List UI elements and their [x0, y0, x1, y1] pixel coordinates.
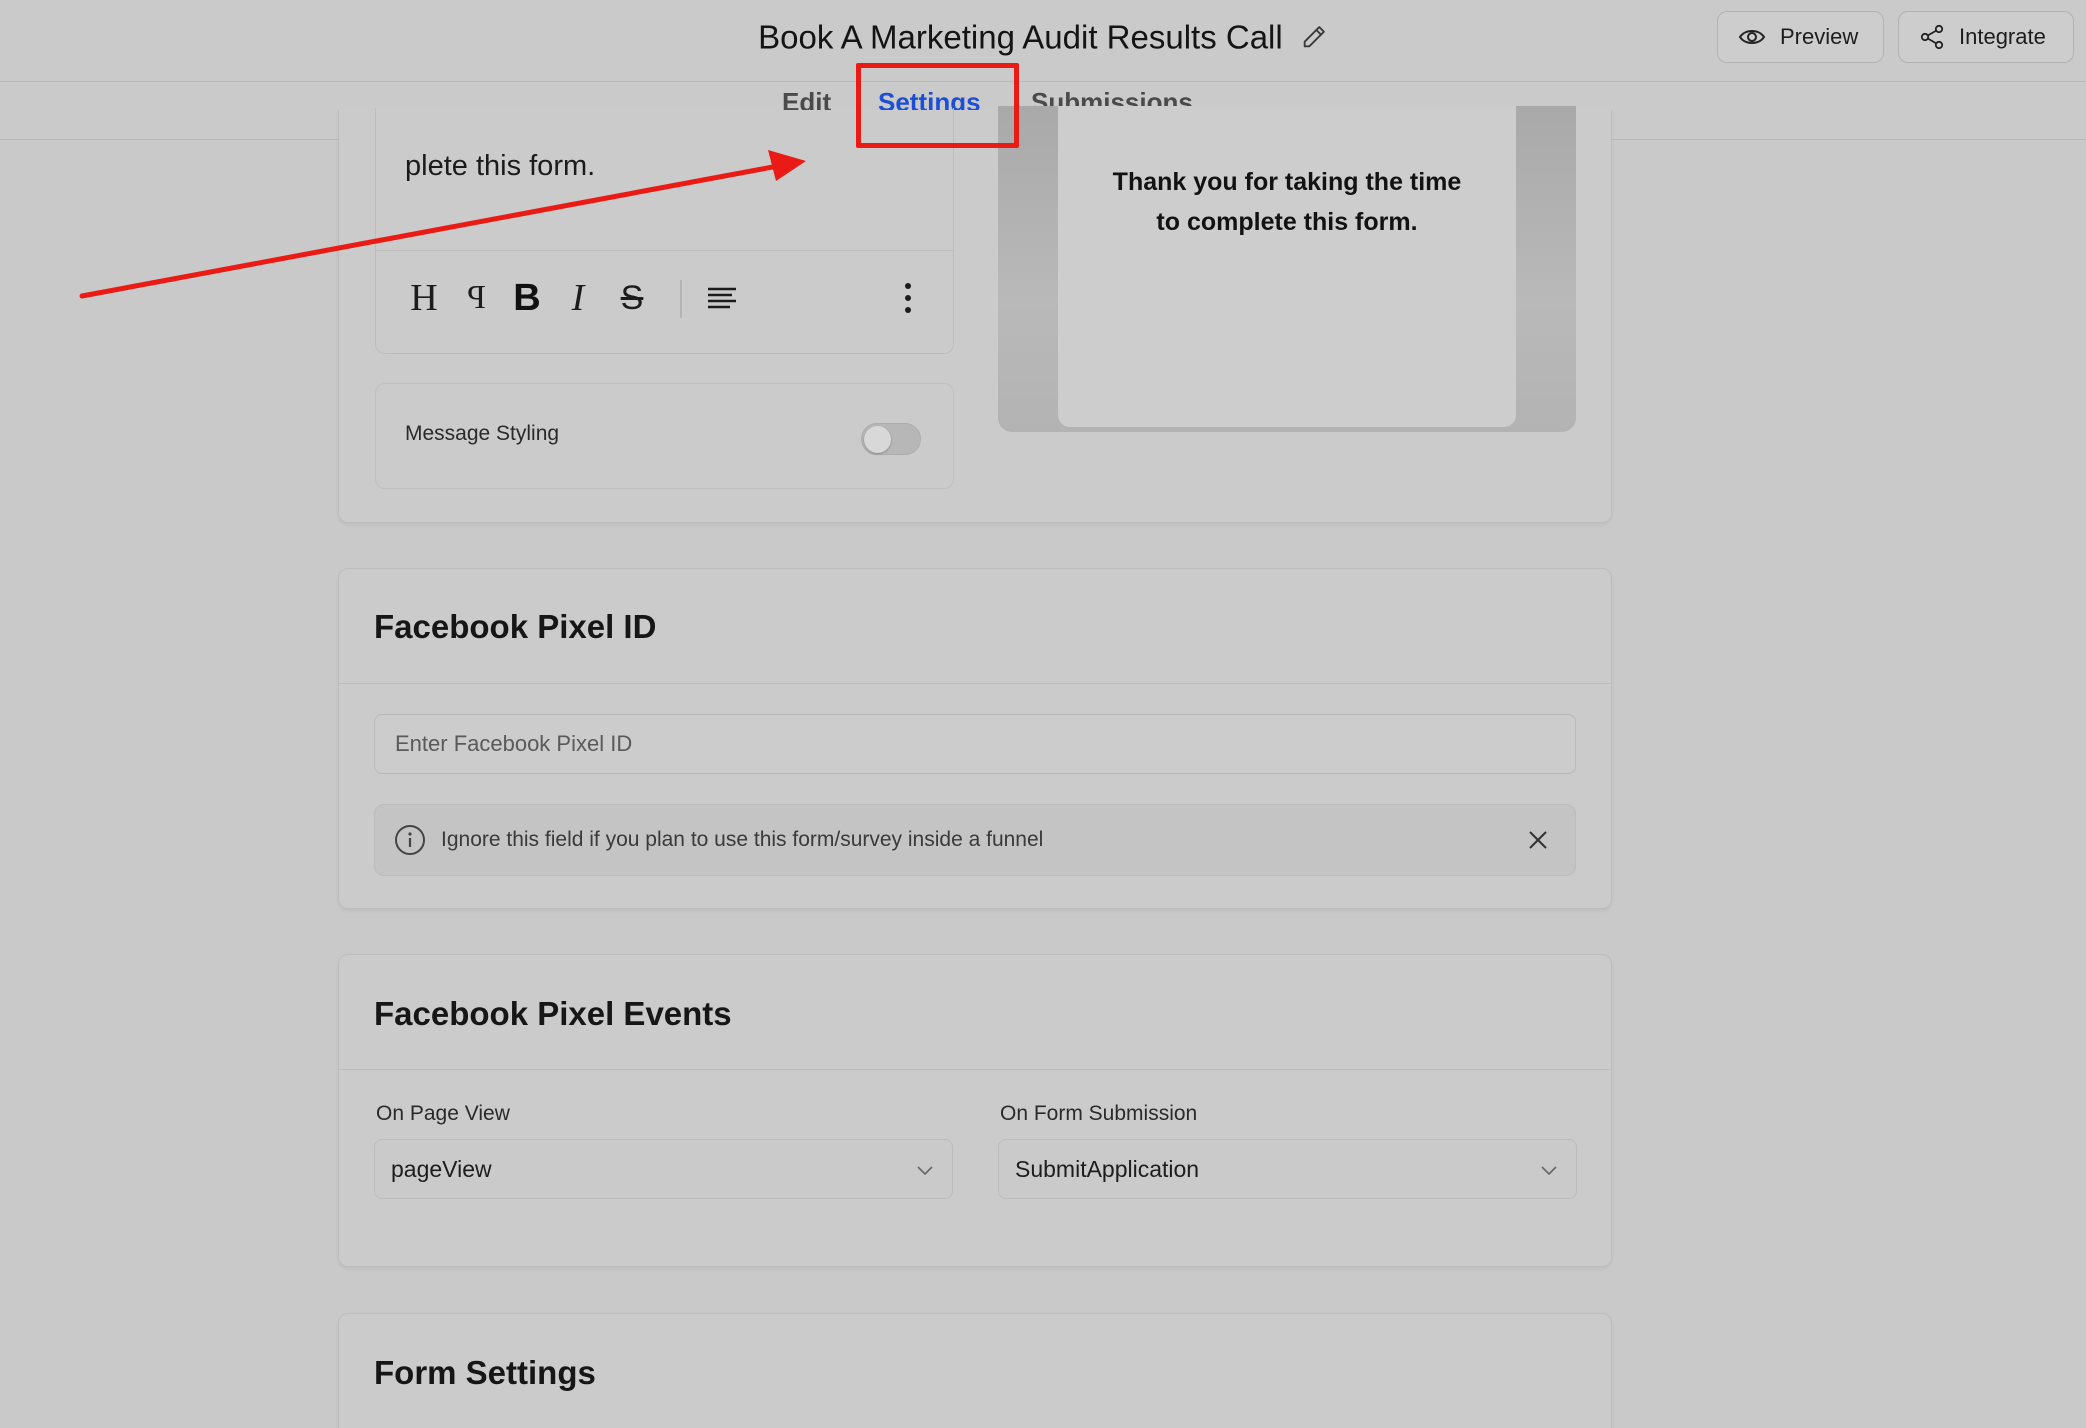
preview-button-label: Preview [1780, 24, 1859, 49]
facebook-pixel-events-title: Facebook Pixel Events [374, 995, 732, 1032]
message-styling-label: Message Styling [405, 422, 560, 445]
facebook-pixel-id-title: Facebook Pixel ID [374, 608, 657, 645]
form-settings-title: Form Settings [374, 1354, 596, 1391]
pencil-icon[interactable] [1300, 23, 1328, 51]
preview-message-text: Thank you for taking the time to complet… [1112, 168, 1462, 236]
form-title-text: Book A Marketing Audit Results Call [758, 18, 1283, 56]
thank-you-message-card: plete this form. H P B I S Message Styli… [338, 106, 1612, 523]
close-icon[interactable] [1527, 829, 1549, 851]
editor-divider [376, 250, 953, 251]
chevron-down-icon [1541, 1166, 1557, 1176]
info-alert: Ignore this field if you plan to use thi… [374, 804, 1576, 876]
message-preview: Thank you for taking the time to complet… [1058, 106, 1516, 427]
facebook-pixel-events-card: Facebook Pixel Events On Page View pageV… [338, 954, 1612, 1267]
settings-highlight-box [856, 63, 1019, 148]
strikethrough-icon[interactable]: S [612, 278, 652, 318]
on-page-view-value: pageView [391, 1155, 492, 1182]
on-form-submission-label: On Form Submission [1000, 1102, 1198, 1125]
info-alert-text: Ignore this field if you plan to use thi… [441, 828, 1044, 851]
heading-icon[interactable]: H [404, 277, 444, 319]
share-icon [1920, 24, 1944, 50]
chevron-down-icon [917, 1166, 933, 1176]
bold-icon[interactable]: B [507, 277, 547, 319]
paragraph-icon[interactable]: P [456, 278, 496, 318]
top-header: Book A Marketing Audit Results Call Prev… [0, 0, 2086, 82]
info-icon [395, 825, 425, 855]
integrate-button[interactable]: Integrate [1898, 11, 2074, 63]
message-styling-row: Message Styling [375, 383, 954, 489]
on-page-view-label: On Page View [376, 1102, 510, 1125]
integrate-button-label: Integrate [1959, 24, 2046, 49]
card-divider [339, 1069, 1611, 1070]
toggle-knob [864, 426, 891, 453]
facebook-pixel-id-card: Facebook Pixel ID Enter Facebook Pixel I… [338, 568, 1612, 909]
align-left-icon[interactable] [702, 278, 742, 318]
preview-button[interactable]: Preview [1717, 11, 1884, 63]
on-page-view-select[interactable]: pageView [374, 1139, 953, 1199]
card-divider [339, 683, 1611, 684]
eye-icon [1738, 30, 1766, 44]
italic-icon[interactable]: I [558, 277, 598, 319]
more-vertical-icon[interactable] [888, 278, 928, 318]
on-form-submission-select[interactable]: SubmitApplication [998, 1139, 1577, 1199]
on-form-submission-value: SubmitApplication [1015, 1155, 1200, 1182]
facebook-pixel-id-input[interactable]: Enter Facebook Pixel ID [374, 714, 1576, 774]
editor-text[interactable]: plete this form. [405, 150, 595, 183]
message-preview-frame: Thank you for taking the time to complet… [998, 106, 1576, 432]
message-styling-toggle[interactable] [861, 423, 921, 455]
form-settings-card: Form Settings [338, 1313, 1612, 1428]
toolbar-separator [680, 280, 682, 318]
